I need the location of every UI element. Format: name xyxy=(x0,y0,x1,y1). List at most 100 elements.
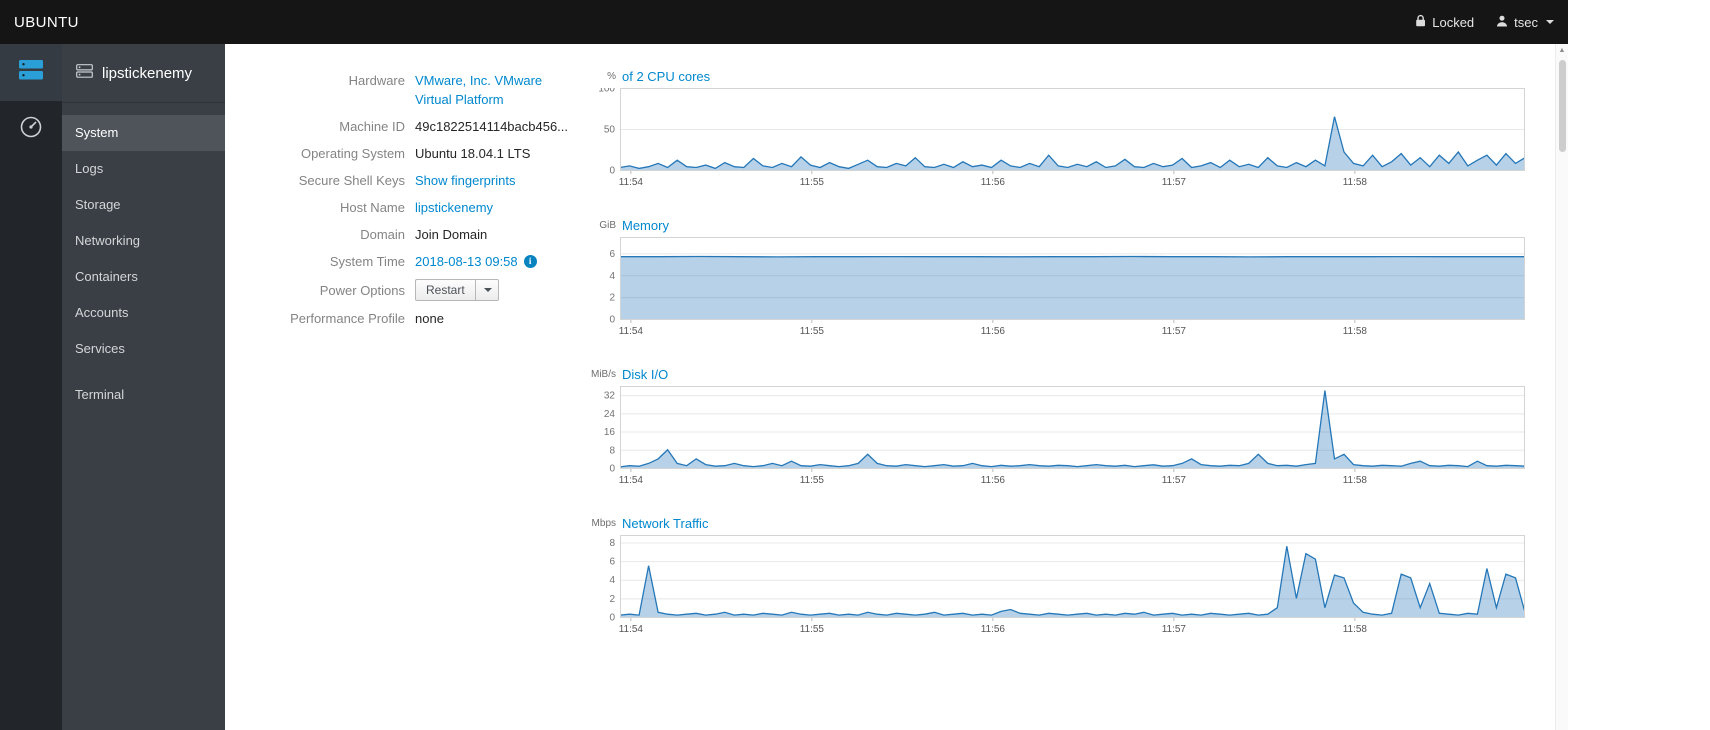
sidebar-item-logs[interactable]: Logs xyxy=(62,151,225,187)
svg-text:11:58: 11:58 xyxy=(1343,326,1368,337)
svg-text:16: 16 xyxy=(604,427,616,438)
sidebar-icon-strip xyxy=(0,44,62,730)
power-options-row: Power Options Restart xyxy=(225,279,585,301)
svg-text:11:55: 11:55 xyxy=(800,326,825,337)
svg-text:11:56: 11:56 xyxy=(981,326,1006,337)
ssh-keys-row: Secure Shell Keys Show fingerprints xyxy=(225,171,585,190)
svg-text:0: 0 xyxy=(609,315,615,326)
svg-text:4: 4 xyxy=(609,271,615,282)
svg-text:11:55: 11:55 xyxy=(800,177,825,188)
brand-title: UBUNTU xyxy=(14,13,79,31)
network-traffic-chart-plot: 0 2 4 6 8 11:54 11:55 11:56 11:57 11:58 xyxy=(590,535,1530,635)
svg-text:0: 0 xyxy=(609,464,615,475)
os-label: Operating System xyxy=(300,146,405,161)
gauge-icon xyxy=(19,115,43,144)
svg-text:11:58: 11:58 xyxy=(1343,475,1368,486)
domain-row: Domain Join Domain xyxy=(225,225,585,244)
sidebar-item-terminal[interactable]: Terminal xyxy=(62,377,225,413)
svg-text:11:56: 11:56 xyxy=(981,475,1006,486)
cpu-unit-label: % xyxy=(607,70,616,82)
memory-chart-plot: 0 2 4 6 11:54 11:55 11:56 11:57 11:58 xyxy=(590,237,1530,337)
machine-id-label: Machine ID xyxy=(339,119,405,134)
hostname-link[interactable]: lipstickenemy xyxy=(415,198,493,217)
nav-list: System Logs Storage Networking Container… xyxy=(62,103,225,413)
svg-text:2: 2 xyxy=(609,594,615,605)
restart-button[interactable]: Restart xyxy=(415,279,476,301)
ssh-keys-label: Secure Shell Keys xyxy=(298,173,405,188)
svg-text:100: 100 xyxy=(598,88,615,95)
cpu-chart: % of 2 CPU cores 0 50 100 11:54 11:55 11:56 11… xyxy=(590,64,1530,188)
os-value: Ubuntu 18.04.1 LTS xyxy=(415,146,531,161)
svg-text:0: 0 xyxy=(609,166,615,177)
scrollbar-thumb[interactable] xyxy=(1558,60,1566,152)
memory-chart-title[interactable]: Memory xyxy=(622,218,669,233)
sidebar-item-containers[interactable]: Containers xyxy=(62,259,225,295)
svg-text:24: 24 xyxy=(604,409,616,420)
lock-icon xyxy=(1415,14,1426,30)
svg-text:11:54: 11:54 xyxy=(619,475,644,486)
svg-text:6: 6 xyxy=(609,557,615,568)
sidebar-item-storage[interactable]: Storage xyxy=(62,187,225,223)
network-traffic-unit-label: Mbps xyxy=(591,517,616,529)
svg-text:0: 0 xyxy=(609,613,615,624)
svg-text:11:54: 11:54 xyxy=(619,177,644,188)
restart-dropdown-button[interactable] xyxy=(475,279,499,301)
svg-text:11:56: 11:56 xyxy=(981,177,1006,188)
performance-profile-row: Performance Profile none xyxy=(225,309,585,328)
user-menu[interactable]: tsec xyxy=(1496,15,1554,30)
server-icon xyxy=(18,59,44,86)
svg-text:11:57: 11:57 xyxy=(1162,177,1187,188)
vertical-scrollbar[interactable]: ▲ xyxy=(1555,44,1568,730)
chevron-down-icon xyxy=(483,288,492,292)
host-header[interactable]: lipstickenemy xyxy=(62,44,225,103)
locked-label: Locked xyxy=(1432,14,1475,30)
cpu-chart-head: % of 2 CPU cores xyxy=(590,64,1530,88)
host-icon xyxy=(76,64,93,82)
sidebar-nav: lipstickenemy System Logs Storage Networ… xyxy=(62,44,225,730)
svg-text:6: 6 xyxy=(609,249,615,260)
svg-text:8: 8 xyxy=(609,445,615,456)
info-icon[interactable]: i xyxy=(523,255,537,268)
system-time-row: System Time 2018-08-13 09:58 i xyxy=(225,252,585,271)
dashboard-tile[interactable] xyxy=(0,101,62,158)
disk-io-chart: MiB/s Disk I/O 0 8 16 24 32 11:54 11:55 11:56 11… xyxy=(590,362,1530,486)
performance-profile-value: none xyxy=(415,311,444,326)
hostname-row: Host Name lipstickenemy xyxy=(225,198,585,217)
sidebar-item-system[interactable]: System xyxy=(62,115,225,151)
show-fingerprints-link[interactable]: Show fingerprints xyxy=(415,171,515,190)
svg-text:11:58: 11:58 xyxy=(1343,177,1368,188)
user-icon xyxy=(1496,15,1508,30)
domain-label: Domain xyxy=(360,227,405,242)
svg-text:8: 8 xyxy=(609,538,615,549)
host-view-tile[interactable] xyxy=(0,44,62,101)
cpu-chart-title[interactable]: of 2 CPU cores xyxy=(622,69,710,84)
system-details: Hardware VMware, Inc. VMware Virtual Pla… xyxy=(225,71,585,336)
svg-text:11:57: 11:57 xyxy=(1162,475,1187,486)
svg-text:11:54: 11:54 xyxy=(619,624,644,635)
user-label: tsec xyxy=(1514,14,1538,30)
network-traffic-chart-title[interactable]: Network Traffic xyxy=(622,516,708,531)
svg-text:11:55: 11:55 xyxy=(800,475,825,486)
disk-io-chart-title[interactable]: Disk I/O xyxy=(622,367,668,382)
svg-text:11:58: 11:58 xyxy=(1343,624,1368,635)
sidebar-item-accounts[interactable]: Accounts xyxy=(62,295,225,331)
main-content: Hardware VMware, Inc. VMware Virtual Pla… xyxy=(225,44,1556,730)
svg-text:11:54: 11:54 xyxy=(619,326,644,337)
sidebar: lipstickenemy System Logs Storage Networ… xyxy=(0,44,225,730)
join-domain-link[interactable]: Join Domain xyxy=(415,225,487,244)
os-row: Operating System Ubuntu 18.04.1 LTS xyxy=(225,144,585,163)
svg-text:11:56: 11:56 xyxy=(981,624,1006,635)
cockpit-app: UBUNTU Locked tsec lipstickenemy System … xyxy=(0,0,1568,730)
sidebar-item-networking[interactable]: Networking xyxy=(62,223,225,259)
svg-text:50: 50 xyxy=(604,125,616,136)
system-time-link[interactable]: 2018-08-13 09:58 xyxy=(415,252,518,271)
hardware-row: Hardware VMware, Inc. VMware Virtual Pla… xyxy=(225,71,585,109)
performance-profile-label: Performance Profile xyxy=(290,311,405,326)
locked-button[interactable]: Locked xyxy=(1415,14,1474,30)
power-button-group: Restart xyxy=(415,279,499,301)
sidebar-item-services[interactable]: Services xyxy=(62,331,225,367)
svg-text:32: 32 xyxy=(604,391,616,402)
system-time-label: System Time xyxy=(329,254,405,269)
scrollbar-up-icon[interactable]: ▲ xyxy=(1556,44,1568,58)
hardware-link[interactable]: VMware, Inc. VMware Virtual Platform xyxy=(415,71,565,109)
